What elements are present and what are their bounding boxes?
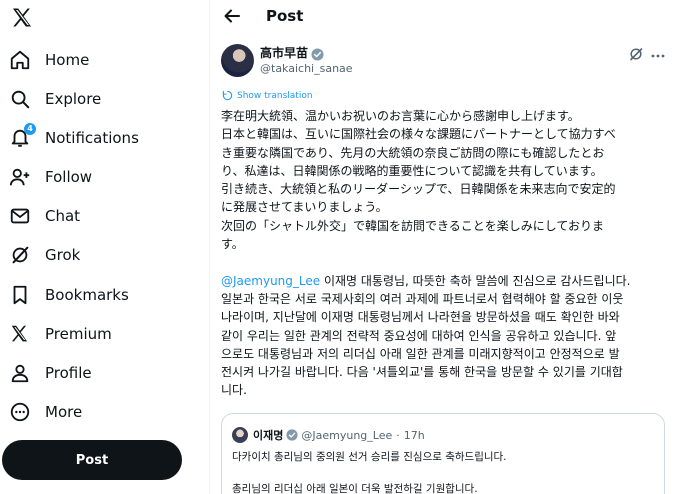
- person-icon: [8, 361, 32, 385]
- sidebar-item-label: Grok: [45, 246, 81, 264]
- sidebar-item-label: Explore: [45, 90, 102, 108]
- sidebar-item-chat[interactable]: Chat: [8, 201, 80, 231]
- mention-link[interactable]: @Jaemyung_Lee: [221, 274, 320, 288]
- tweet-text-line: 日本と韓国は、互いに国際社会の様々な課題にパートナーとして協力すべ: [221, 127, 616, 142]
- main-column: Post 高市早苗 @takaichi_sanae Show translati…: [210, 0, 699, 494]
- tweet-text-line: 일본과 한국은 서로 국제사회의 여러 과제에 파트너로서 협력해야 할 중요한…: [221, 291, 624, 306]
- tweet-text-line: 李在明大統領、温かいお祝いのお言葉に心から感謝申し上げます。: [221, 109, 580, 123]
- quoted-separator: ·: [396, 428, 400, 442]
- tweet-text-line: 니다.: [221, 383, 247, 398]
- tweet-text: 李在明大統領、温かいお祝いのお言葉に心から感謝申し上げます。 日本と韓国は、互い…: [221, 107, 667, 400]
- quoted-display-name: 이재명: [253, 429, 284, 442]
- author-display-name[interactable]: 高市早苗: [260, 44, 308, 61]
- sidebar-item-label: Home: [45, 51, 90, 69]
- quoted-text-line: 다카이치 총리님의 중의원 선거 승리를 진심으로 축하드립니다.: [232, 451, 507, 463]
- quoted-text: 다카이치 총리님의 중의원 선거 승리를 진심으로 축하드립니다. 총리님의 리…: [232, 449, 507, 494]
- mail-icon: [8, 204, 32, 228]
- sidebar-item-label: Notifications: [45, 129, 139, 147]
- author-handle[interactable]: @takaichi_sanae: [260, 62, 353, 75]
- sidebar-item-notifications[interactable]: 4 Notifications: [8, 123, 139, 153]
- verified-badge-icon: [286, 429, 298, 441]
- tweet-text-line: に発展させてまいりましょう。: [221, 200, 388, 215]
- sidebar-item-profile[interactable]: Profile: [8, 358, 92, 388]
- back-arrow-icon[interactable]: [222, 6, 242, 26]
- tweet-text-line: す。: [221, 237, 244, 252]
- translate-icon: [222, 90, 233, 101]
- tweet-text-line: 次回の「シャトル外交」で韓国を訪問できることを楽しみにしておりま: [221, 218, 605, 233]
- home-icon: [8, 48, 32, 72]
- sidebar-item-home[interactable]: Home: [8, 45, 89, 75]
- quoted-time: 17h: [403, 428, 425, 442]
- sidebar-item-label: Premium: [45, 325, 112, 343]
- sidebar-item-label: Chat: [45, 207, 81, 225]
- tweet-text-line: 引き続き、大統領と私のリーダーシップで、日韓関係を未来志向で安定的: [221, 182, 616, 197]
- post-button[interactable]: Post: [2, 440, 182, 480]
- verified-badge-icon: [311, 46, 324, 61]
- follow-icon: [8, 165, 32, 189]
- bookmark-icon: [8, 283, 32, 307]
- more-options-icon[interactable]: [650, 48, 666, 68]
- x-premium-icon: [8, 322, 32, 346]
- show-translation-link[interactable]: Show translation: [222, 90, 313, 101]
- sidebar-item-label: Profile: [45, 364, 92, 382]
- tweet-text-line: 같이 우리는 일한 관계의 전략적 중요성에 대하여 인식을 공유하고 있습니다…: [221, 328, 617, 343]
- sidebar-item-bookmarks[interactable]: Bookmarks: [8, 280, 129, 310]
- quoted-header: 이재명 @Jaemyung_Lee · 17h: [253, 427, 425, 443]
- bell-icon: 4: [8, 123, 36, 150]
- tweet-text-fragment: 이재명 대통령님, 따뜻한 축하 말씀에 진심으로 감사드립니다.: [320, 273, 631, 288]
- tweet-text-line: 나라이며, 지난달에 이재명 대통령님께서 나라현을 방문하셨을 때도 확인한 …: [221, 310, 620, 325]
- quoted-text-line: 총리님의 리더십 아래 일본이 더욱 발전하길 기원합니다.: [232, 483, 478, 494]
- grok-explain-icon[interactable]: [628, 46, 644, 62]
- post-header: Post: [210, 0, 699, 32]
- notification-badge: 4: [24, 123, 36, 135]
- grok-icon: [8, 243, 32, 267]
- x-logo-icon[interactable]: [10, 6, 34, 30]
- sidebar-item-grok[interactable]: Grok: [8, 240, 80, 270]
- show-translation-label: Show translation: [237, 90, 313, 101]
- tweet-text-line: @Jaemyung_Lee 이재명 대통령님, 따뜻한 축하 말씀에 진심으로 …: [221, 272, 667, 290]
- author-name-row: 高市早苗: [260, 44, 324, 61]
- sidebar: Home Explore 4 Notifications Follow Chat…: [0, 0, 209, 494]
- sidebar-item-label: Follow: [45, 168, 93, 186]
- sidebar-item-explore[interactable]: Explore: [8, 84, 101, 114]
- tweet-text-line: り、私達は、日韓関係の戦略的重要性について認識を共有しています。: [221, 163, 603, 178]
- search-icon: [8, 87, 32, 111]
- avatar[interactable]: [221, 44, 254, 77]
- tweet-text-line: き重要な隣国であり、先月の大統領の奈良ご訪問の際にも確認したとお: [221, 145, 605, 160]
- sidebar-item-more[interactable]: More: [8, 397, 82, 427]
- sidebar-item-follow[interactable]: Follow: [8, 162, 92, 192]
- sidebar-item-label: Bookmarks: [45, 286, 129, 304]
- page-title: Post: [266, 7, 304, 25]
- sidebar-item-label: More: [45, 403, 83, 421]
- tweet-text-line: 전시켜 나가길 바랍니다. 다음 '셔틀외교'를 통해 한국을 방문할 수 있기…: [221, 365, 623, 380]
- quoted-tweet[interactable]: 이재명 @Jaemyung_Lee · 17h 다카이치 총리님의 중의원 선거…: [221, 413, 665, 494]
- quoted-handle: @Jaemyung_Lee: [301, 428, 393, 442]
- more-circle-icon: [8, 400, 32, 424]
- sidebar-item-premium[interactable]: Premium: [8, 319, 112, 349]
- tweet-text-line: 으로도 대통령님과 저의 리더십 아래 일한 관계를 미래지향적이고 안정적으로…: [221, 346, 620, 361]
- quoted-avatar: [232, 427, 248, 443]
